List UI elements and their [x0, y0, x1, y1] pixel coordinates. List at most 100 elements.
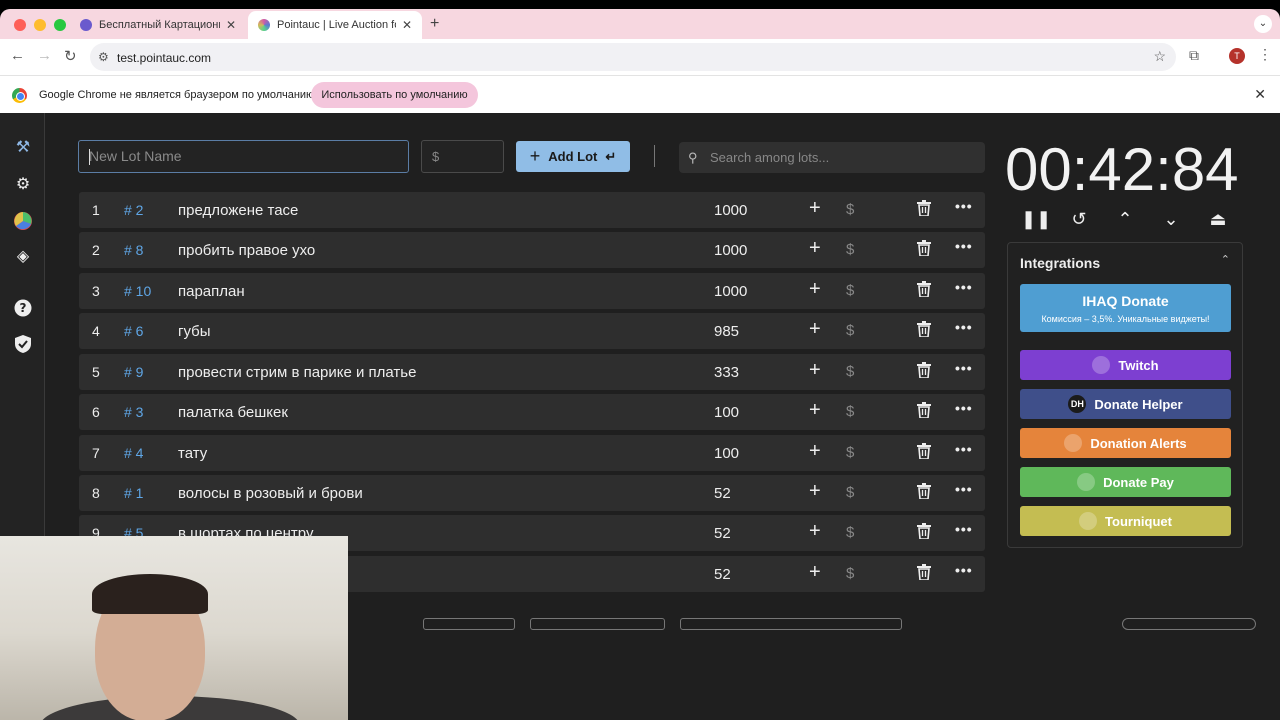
add-amount-icon[interactable]: +: [809, 440, 821, 463]
dollar-input-icon[interactable]: $: [846, 201, 854, 218]
lot-amount[interactable]: 52: [714, 525, 731, 542]
more-options-icon[interactable]: •••: [955, 319, 973, 335]
integration-button[interactable]: Donate Pay: [1020, 467, 1231, 497]
pause-icon[interactable]: ❚❚: [1021, 208, 1051, 230]
max-up-icon[interactable]: ⏏: [1207, 208, 1229, 230]
lot-id-link[interactable]: # 6: [124, 323, 143, 339]
lot-id-link[interactable]: # 9: [124, 364, 143, 380]
lot-name[interactable]: губы: [178, 323, 211, 340]
dollar-input-icon[interactable]: $: [846, 363, 854, 380]
lot-name[interactable]: палатка бешкек: [178, 404, 288, 421]
minimize-window-button[interactable]: [34, 19, 46, 31]
dollar-input-icon[interactable]: $: [846, 565, 854, 582]
more-options-icon[interactable]: •••: [955, 441, 973, 457]
add-lot-button[interactable]: + Add Lot ↵: [516, 141, 630, 172]
dollar-input-icon[interactable]: $: [846, 524, 854, 541]
help-icon[interactable]: ?: [13, 299, 33, 319]
lot-name[interactable]: предложене тасе: [178, 202, 298, 219]
lot-amount[interactable]: 1000: [714, 202, 747, 219]
more-options-icon[interactable]: •••: [955, 198, 973, 214]
lot-name[interactable]: волосы в розовый и брови: [178, 485, 363, 502]
dollar-input-icon[interactable]: $: [846, 403, 854, 420]
lot-amount[interactable]: 100: [714, 445, 739, 462]
lot-name[interactable]: тату: [178, 445, 207, 462]
dollar-input-icon[interactable]: $: [846, 322, 854, 339]
trash-icon[interactable]: [917, 240, 931, 257]
add-amount-icon[interactable]: +: [809, 480, 821, 503]
dollar-input-icon[interactable]: $: [846, 484, 854, 501]
profile-avatar[interactable]: T: [1229, 48, 1245, 64]
bottom-control-group[interactable]: [680, 618, 902, 630]
add-amount-icon[interactable]: +: [809, 197, 821, 220]
integration-button[interactable]: Tourniquet: [1020, 506, 1231, 536]
trash-icon[interactable]: [917, 200, 931, 217]
lot-name-input[interactable]: New Lot Name: [78, 140, 409, 173]
integration-button[interactable]: Donation Alerts: [1020, 428, 1231, 458]
address-bar[interactable]: ⚙ test.pointauc.com ☆: [90, 43, 1176, 71]
set-default-button[interactable]: Использовать по умолчанию: [311, 82, 478, 108]
chevron-down-icon[interactable]: ⌄: [1160, 208, 1182, 230]
bottom-control-group[interactable]: [423, 618, 515, 630]
site-info-icon[interactable]: ⚙: [98, 50, 109, 64]
trash-icon[interactable]: [917, 523, 931, 540]
integration-button[interactable]: DH Donate Helper: [1020, 389, 1231, 419]
chevron-up-icon[interactable]: ⌃: [1114, 208, 1136, 230]
lot-amount[interactable]: 985: [714, 323, 739, 340]
trash-icon[interactable]: [917, 443, 931, 460]
tab-active[interactable]: Pointauc | Live Auction for St ✕: [248, 11, 422, 39]
add-amount-icon[interactable]: +: [809, 359, 821, 382]
add-amount-icon[interactable]: +: [809, 520, 821, 543]
lot-name[interactable]: параплан: [178, 283, 245, 300]
add-amount-icon[interactable]: +: [809, 278, 821, 301]
lot-amount[interactable]: 333: [714, 364, 739, 381]
zoom-window-button[interactable]: [54, 19, 66, 31]
tab-close-icon[interactable]: ✕: [226, 18, 236, 32]
lot-id-link[interactable]: # 10: [124, 283, 151, 299]
lot-amount[interactable]: 1000: [714, 283, 747, 300]
trash-icon[interactable]: [917, 321, 931, 338]
lot-price-input[interactable]: $: [421, 140, 504, 173]
bottom-control-group[interactable]: [1122, 618, 1256, 630]
wheel-icon[interactable]: [13, 211, 33, 231]
ihaq-donate-button[interactable]: IHAQ Donate Комиссия – 3,5%. Уникальные …: [1020, 284, 1231, 332]
more-options-icon[interactable]: •••: [955, 562, 973, 578]
tab-search-icon[interactable]: ⌄: [1254, 15, 1272, 33]
trash-icon[interactable]: [917, 564, 931, 581]
more-options-icon[interactable]: •••: [955, 360, 973, 376]
trash-icon[interactable]: [917, 281, 931, 298]
dollar-input-icon[interactable]: $: [846, 241, 854, 258]
add-amount-icon[interactable]: +: [809, 561, 821, 584]
new-tab-icon[interactable]: +: [430, 15, 439, 33]
more-options-icon[interactable]: •••: [955, 521, 973, 537]
tab-close-icon[interactable]: ✕: [402, 18, 412, 32]
lot-name[interactable]: пробить правое ухо: [178, 242, 315, 259]
trash-icon[interactable]: [917, 402, 931, 419]
more-options-icon[interactable]: •••: [955, 481, 973, 497]
bottom-control-group[interactable]: [530, 618, 665, 630]
lot-id-link[interactable]: # 3: [124, 404, 143, 420]
dollar-input-icon[interactable]: $: [846, 282, 854, 299]
infobar-close-icon[interactable]: ✕: [1254, 86, 1266, 103]
reset-icon[interactable]: ↺: [1068, 208, 1090, 230]
lot-search-input[interactable]: ⚲ Search among lots...: [679, 142, 985, 173]
bookmark-star-icon[interactable]: ☆: [1153, 48, 1166, 65]
more-options-icon[interactable]: •••: [955, 279, 973, 295]
trash-icon[interactable]: [917, 362, 931, 379]
lot-name[interactable]: провести стрим в парике и платье: [178, 364, 416, 381]
more-options-icon[interactable]: •••: [955, 400, 973, 416]
add-amount-icon[interactable]: +: [809, 237, 821, 260]
more-options-icon[interactable]: •••: [955, 238, 973, 254]
shield-icon[interactable]: [13, 335, 33, 355]
lot-amount[interactable]: 1000: [714, 242, 747, 259]
layers-icon[interactable]: ◈: [13, 247, 33, 267]
lot-amount[interactable]: 100: [714, 404, 739, 421]
extensions-icon[interactable]: ⧉: [1189, 47, 1199, 64]
add-amount-icon[interactable]: +: [809, 399, 821, 422]
lot-amount[interactable]: 52: [714, 566, 731, 583]
lot-amount[interactable]: 52: [714, 485, 731, 502]
reload-icon[interactable]: ↻: [64, 47, 77, 65]
lot-id-link[interactable]: # 4: [124, 445, 143, 461]
trash-icon[interactable]: [917, 483, 931, 500]
forward-icon[interactable]: →: [37, 47, 52, 64]
browser-menu-icon[interactable]: ⋮: [1258, 46, 1272, 63]
